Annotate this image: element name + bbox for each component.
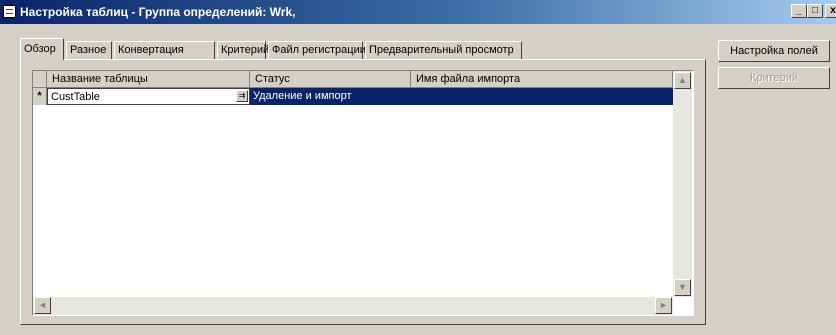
status-cell[interactable]: Удаление и импорт bbox=[250, 88, 411, 105]
import-file-cell[interactable] bbox=[411, 88, 673, 105]
title-bar[interactable]: Настройка таблиц - Группа определений: W… bbox=[0, 0, 836, 24]
scroll-left-icon[interactable]: ◄ bbox=[34, 297, 51, 314]
row-selector-header bbox=[33, 71, 47, 88]
new-row-marker: * bbox=[33, 88, 47, 105]
table-name-value: CustTable bbox=[51, 91, 100, 103]
tab-criteria[interactable]: Критерий bbox=[217, 41, 269, 59]
table-row[interactable]: * CustTable ⇉ Удаление и импорт bbox=[33, 88, 673, 105]
column-header-table-name[interactable]: Название таблицы bbox=[47, 71, 250, 88]
tab-overview[interactable]: Обзор bbox=[20, 38, 64, 60]
scroll-up-icon[interactable]: ▲ bbox=[674, 72, 691, 89]
scroll-right-icon[interactable]: ► bbox=[655, 297, 672, 314]
close-button[interactable]: x bbox=[825, 4, 836, 18]
dialog-window: Настройка таблиц - Группа определений: W… bbox=[0, 0, 836, 335]
field-setup-button[interactable]: Настройка полей bbox=[718, 40, 830, 62]
tab-conversion[interactable]: Конвертация bbox=[114, 41, 215, 59]
tables-grid[interactable]: Название таблицы Статус Имя файла импорт… bbox=[32, 70, 694, 316]
tab-misc[interactable]: Разное bbox=[66, 41, 112, 59]
lookup-icon[interactable]: ⇉ bbox=[236, 90, 248, 102]
column-header-import-file[interactable]: Имя файла импорта bbox=[411, 71, 673, 88]
tab-preview[interactable]: Предварительный просмотр bbox=[365, 41, 522, 59]
window-title: Настройка таблиц - Группа определений: W… bbox=[20, 5, 296, 19]
maximize-button[interactable]: □ bbox=[807, 4, 823, 18]
criteria-button[interactable]: Критерий bbox=[718, 67, 830, 89]
scroll-down-icon[interactable]: ▼ bbox=[674, 279, 691, 296]
table-name-input[interactable]: CustTable ⇉ bbox=[47, 88, 250, 105]
column-header-status[interactable]: Статус bbox=[250, 71, 411, 88]
tab-log-file[interactable]: Файл регистрации bbox=[268, 41, 366, 59]
minimize-button[interactable]: _ bbox=[791, 4, 807, 18]
vertical-scrollbar[interactable]: ▲ ▼ bbox=[673, 71, 692, 297]
table-setup-window-icon bbox=[3, 5, 16, 18]
horizontal-scrollbar[interactable]: ◄ ► bbox=[33, 297, 673, 315]
